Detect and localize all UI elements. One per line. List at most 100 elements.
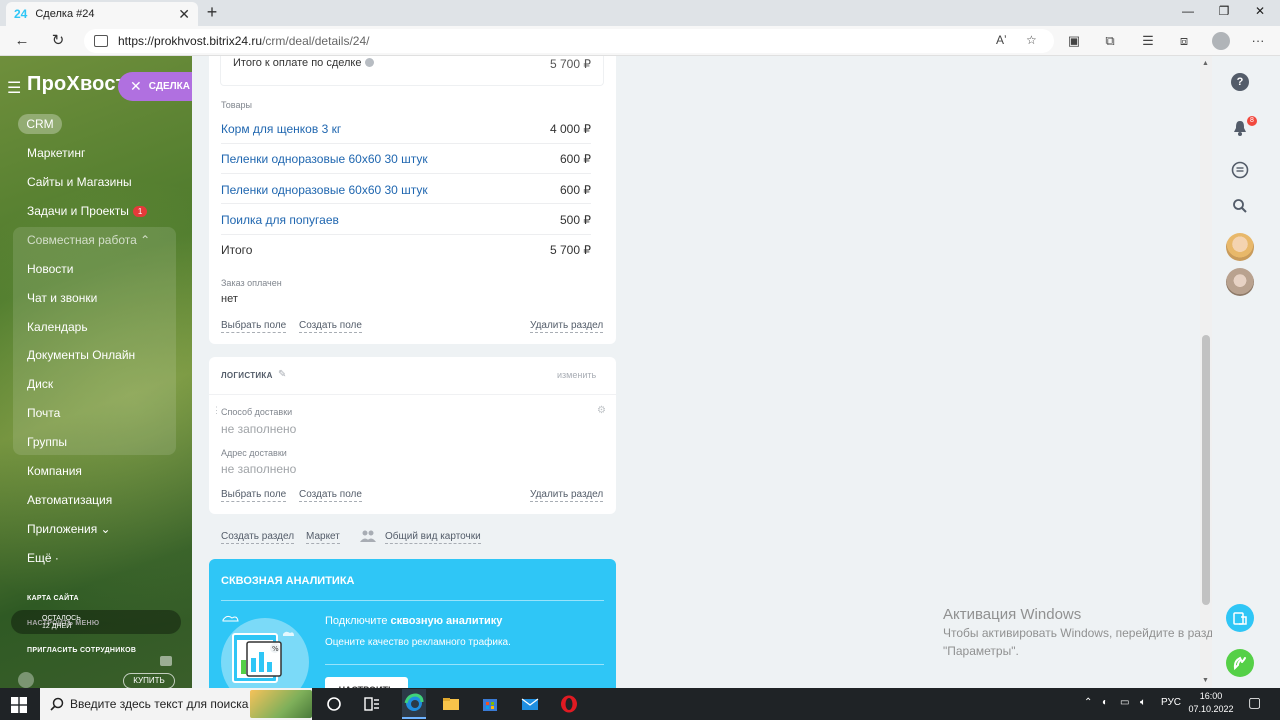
sidebar-item-crm[interactable]: CRM xyxy=(18,114,62,134)
sidebar-item-disk[interactable]: Диск xyxy=(27,377,53,391)
sidebar-item-automation[interactable]: Автоматизация xyxy=(27,493,112,507)
sidebar-item-chat[interactable]: Чат и звонки xyxy=(27,291,97,305)
product-link[interactable]: Пеленки одноразовые 60х60 30 штук xyxy=(221,152,428,166)
add-favorite-icon[interactable]: ☆ xyxy=(1026,33,1037,47)
tab-close-icon[interactable]: ✕ xyxy=(178,6,190,23)
menu-burger-icon[interactable]: ☰ xyxy=(7,78,21,98)
open-lines-icon[interactable] xyxy=(1226,604,1254,632)
sidebar-item-more[interactable]: Ещё · xyxy=(27,551,59,565)
printer-icon[interactable] xyxy=(160,656,172,666)
sidebar-item-news[interactable]: Новости xyxy=(27,262,73,276)
sidebar-item-mail[interactable]: Почта xyxy=(27,406,60,420)
pencil-icon[interactable]: ✎ xyxy=(278,369,286,380)
back-icon[interactable]: ← xyxy=(12,31,32,51)
delete-section-link[interactable]: Удалить раздел xyxy=(530,320,604,333)
right-panel xyxy=(1212,56,1280,688)
drag-handle-icon[interactable]: ⋮ xyxy=(212,405,221,416)
analytics-title: СКВОЗНАЯ АНАЛИТИКА xyxy=(221,575,355,587)
close-icon[interactable]: ✕ xyxy=(130,78,142,95)
taskbar-search-input[interactable]: Введите здесь текст для поиска xyxy=(40,688,312,720)
phone-icon[interactable] xyxy=(1226,649,1254,677)
reload-icon[interactable]: ↻ xyxy=(48,31,68,51)
search-icon[interactable] xyxy=(1229,195,1251,217)
choose-field-link[interactable]: Выбрать поле xyxy=(221,489,287,502)
mail-icon[interactable] xyxy=(520,694,540,714)
collections-icon[interactable]: ▣ xyxy=(1066,33,1082,49)
scrollbar-thumb[interactable] xyxy=(1202,335,1210,605)
file-explorer-icon[interactable] xyxy=(441,694,461,714)
tabs-icon[interactable]: ⧈ xyxy=(1176,33,1192,49)
left-sidebar: ☰ ПроХвост ✕ СДЕЛКА CRM Маркетинг Сайты … xyxy=(0,56,192,688)
browser-tab[interactable]: 24 Сделка #24 ✕ xyxy=(6,2,198,26)
favorites-icon[interactable]: ☰ xyxy=(1140,33,1156,49)
new-tab-button[interactable]: + xyxy=(203,3,221,21)
product-link[interactable]: Корм для щенков 3 кг xyxy=(221,122,341,136)
divider xyxy=(325,664,604,665)
gear-icon[interactable]: ⚙ xyxy=(597,405,606,416)
scroll-down-icon[interactable]: ▼ xyxy=(1202,677,1209,684)
browser-tab-bar: 24 Сделка #24 ✕ + — ❐ ✕ xyxy=(0,0,1280,26)
scroll-up-icon[interactable]: ▲ xyxy=(1202,60,1209,67)
invite-employees-link[interactable]: ПРИГЛАСИТЬ СОТРУДНИКОВ xyxy=(27,647,136,654)
sidebar-item-apps[interactable]: Приложения ⌄ xyxy=(27,522,111,536)
avatar[interactable] xyxy=(1226,268,1254,296)
task-view-icon[interactable] xyxy=(324,694,344,714)
window-close-icon[interactable]: ✕ xyxy=(1250,4,1270,18)
taskbar-clock[interactable]: 16:00 07.10.2022 xyxy=(1186,690,1236,716)
sidebar-item-groups[interactable]: Группы xyxy=(27,435,67,449)
product-link[interactable]: Поилка для попугаев xyxy=(221,213,339,227)
portal-logo[interactable]: ПроХвост xyxy=(27,73,126,96)
divider xyxy=(221,600,604,601)
sidebar-item-marketing[interactable]: Маркетинг xyxy=(27,146,85,160)
network-icon[interactable]: ▭ xyxy=(1120,697,1129,708)
delivery-method-value[interactable]: не заполнено xyxy=(221,422,296,436)
market-link[interactable]: Маркет xyxy=(306,531,340,544)
choose-field-link[interactable]: Выбрать поле xyxy=(221,320,287,333)
buy-button[interactable]: КУПИТЬ xyxy=(123,673,175,689)
svg-text:%: % xyxy=(272,645,279,653)
maximize-icon[interactable]: ❐ xyxy=(1214,4,1234,18)
windows-start-icon[interactable] xyxy=(11,697,27,713)
opera-icon[interactable] xyxy=(559,694,579,714)
analytics-subtext: Оцените качество рекламного трафика. xyxy=(325,637,511,648)
tray-expand-icon[interactable]: ⌃ xyxy=(1084,697,1092,708)
chat-icon[interactable] xyxy=(1229,159,1251,181)
trial-banner xyxy=(11,610,181,634)
sidebar-item-sites[interactable]: Сайты и Магазины xyxy=(27,175,132,189)
edge-taskbar-icon[interactable] xyxy=(402,689,426,719)
language-indicator[interactable]: РУС xyxy=(1161,697,1181,708)
sidebar-item-documents[interactable]: Документы Онлайн xyxy=(27,348,135,362)
create-field-link[interactable]: Создать поле xyxy=(299,320,362,333)
volume-icon[interactable]: 🔈︎ xyxy=(1140,697,1146,708)
widgets-icon[interactable] xyxy=(362,694,382,714)
delivery-address-value[interactable]: не заполнено xyxy=(221,462,296,476)
url-text: https://prokhvost.bitrix24.ru/crm/deal/d… xyxy=(118,34,370,48)
help-icon[interactable]: ? xyxy=(1229,71,1251,93)
product-link[interactable]: Пеленки одноразовые 60х60 30 штук xyxy=(221,183,428,197)
sidebar-item-collaboration[interactable]: Совместная работа ⌃ xyxy=(27,233,150,247)
avatar[interactable] xyxy=(1226,233,1254,261)
store-icon[interactable] xyxy=(480,694,500,714)
minimize-icon[interactable]: — xyxy=(1178,4,1198,18)
extensions-icon[interactable]: ⧉ xyxy=(1102,33,1118,49)
order-paid-value[interactable]: нет xyxy=(221,293,238,305)
profile-icon[interactable] xyxy=(1212,32,1230,50)
sidebar-item-calendar[interactable]: Календарь xyxy=(27,320,88,334)
lock-icon xyxy=(94,35,108,47)
create-field-link[interactable]: Создать поле xyxy=(299,489,362,502)
notification-center-icon[interactable]: ▢ xyxy=(1248,694,1261,711)
sidebar-item-tasks[interactable]: Задачи и Проекты 1 xyxy=(27,204,148,218)
create-section-link[interactable]: Создать раздел xyxy=(221,531,295,544)
read-aloud-icon[interactable]: Aʼ xyxy=(996,33,1007,47)
info-icon[interactable] xyxy=(364,58,374,67)
sitemap-link[interactable]: КАРТА САЙТА xyxy=(27,595,79,602)
address-bar[interactable]: https://prokhvost.bitrix24.ru/crm/deal/d… xyxy=(84,29,1054,53)
total-to-pay-label: Итого к оплате по сделке xyxy=(233,57,374,69)
more-icon[interactable]: ··· xyxy=(1250,33,1266,49)
common-card-view-link[interactable]: Общий вид карточки xyxy=(385,531,481,544)
delete-section-link[interactable]: Удалить раздел xyxy=(530,489,604,502)
sidebar-item-company[interactable]: Компания xyxy=(27,464,82,478)
deal-slider-tab[interactable]: ✕ СДЕЛКА xyxy=(118,72,192,101)
tray-app-icon[interactable]: ◐ xyxy=(1102,697,1108,708)
edit-section-link[interactable]: изменить xyxy=(557,370,596,380)
